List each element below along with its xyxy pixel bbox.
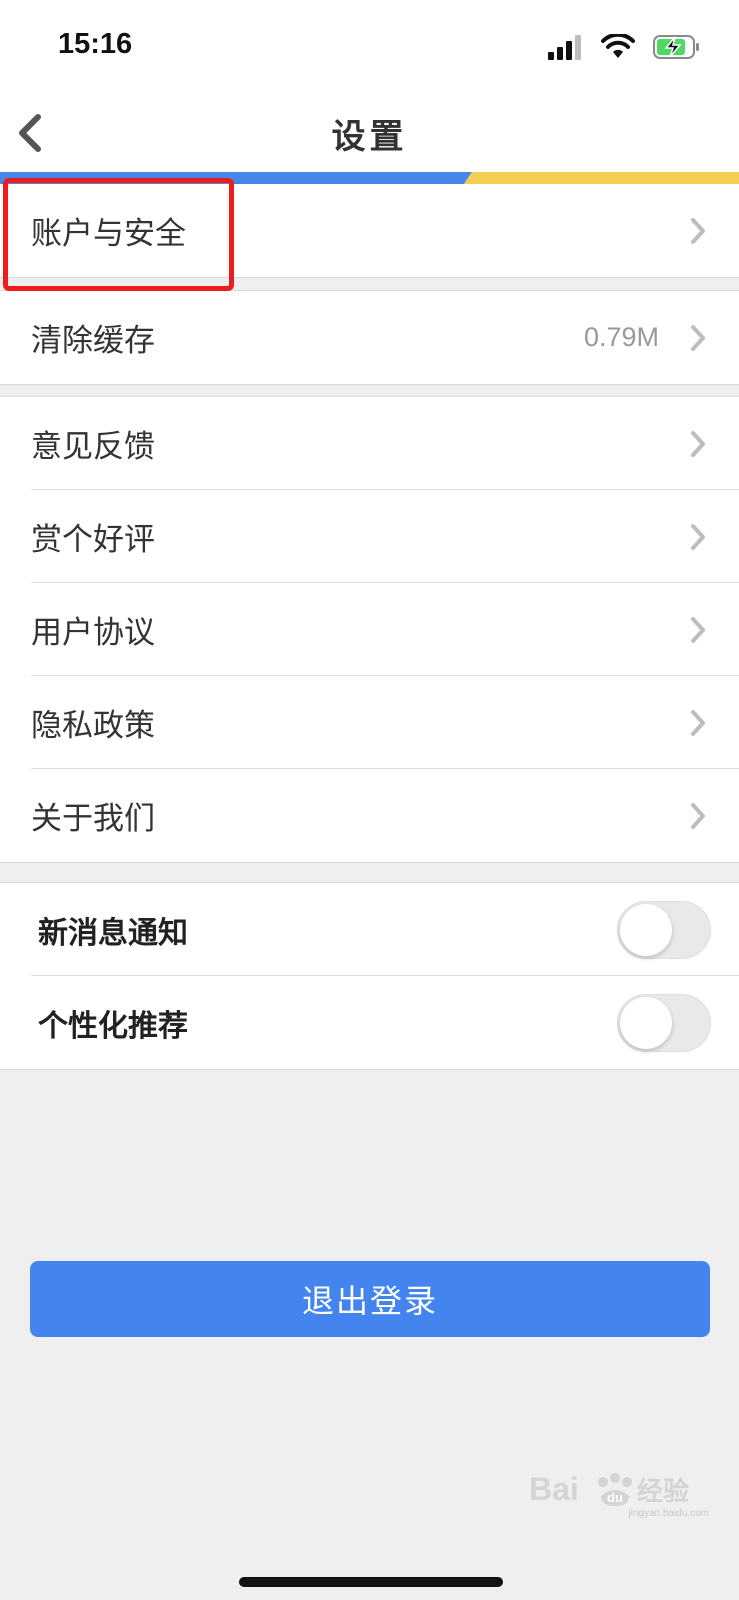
baidu-jingyan-watermark: Bai du 经验 bbox=[529, 1471, 689, 1507]
page-title: 设置 bbox=[331, 117, 408, 157]
chevron-right-icon bbox=[691, 616, 705, 643]
toggle-group: 新消息通知 个性化推荐 bbox=[0, 882, 739, 1070]
new-message-notification-toggle[interactable] bbox=[617, 900, 711, 959]
clear-cache-row[interactable]: 清除缓存 0.79M bbox=[0, 291, 739, 384]
cache-group: 清除缓存 0.79M bbox=[0, 290, 739, 385]
list-item-feedback[interactable]: 意见反馈 bbox=[0, 397, 739, 490]
personalized-recommendation-row: 个性化推荐 bbox=[0, 976, 739, 1069]
list-item-label: 赏个好评 bbox=[31, 522, 155, 558]
account-security-label: 账户与安全 bbox=[31, 216, 186, 252]
chevron-right-icon bbox=[691, 324, 705, 351]
list-item-label: 关于我们 bbox=[31, 801, 155, 837]
wifi-icon bbox=[601, 34, 635, 58]
svg-text:Bai: Bai bbox=[529, 1471, 579, 1507]
svg-text:du: du bbox=[607, 1490, 623, 1505]
status-time: 15:16 bbox=[58, 28, 133, 60]
toggle-label: 新消息通知 bbox=[38, 915, 188, 951]
info-group: 意见反馈 赏个好评 用户协议 隐私政策 关于我们 bbox=[0, 396, 739, 863]
list-item-label: 隐私政策 bbox=[31, 708, 155, 744]
clear-cache-label: 清除缓存 bbox=[31, 323, 155, 359]
toggle-knob bbox=[620, 903, 672, 956]
chevron-right-icon bbox=[691, 430, 705, 457]
account-security-row[interactable]: 账户与安全 bbox=[0, 184, 739, 277]
nav-bar: 设置 bbox=[0, 95, 739, 175]
list-item-rate[interactable]: 赏个好评 bbox=[0, 490, 739, 583]
svg-text:经验: 经验 bbox=[637, 1476, 689, 1507]
battery-charging-icon bbox=[653, 35, 699, 59]
list-item-about-us[interactable]: 关于我们 bbox=[0, 769, 739, 862]
cache-size-value: 0.79M bbox=[583, 322, 659, 352]
chevron-right-icon bbox=[691, 523, 705, 550]
list-item-user-agreement[interactable]: 用户协议 bbox=[0, 583, 739, 676]
logout-button[interactable]: 退出登录 bbox=[30, 1261, 710, 1337]
list-item-label: 意见反馈 bbox=[31, 429, 155, 465]
toggle-knob bbox=[620, 996, 672, 1049]
status-bar: 15:16 bbox=[0, 0, 739, 95]
toggle-label: 个性化推荐 bbox=[38, 1008, 188, 1044]
list-item-privacy-policy[interactable]: 隐私政策 bbox=[0, 676, 739, 769]
personalized-recommendation-toggle[interactable] bbox=[617, 993, 711, 1052]
watermark-url: jingyan.baidu.com bbox=[628, 1508, 709, 1519]
list-item-label: 用户协议 bbox=[31, 615, 155, 651]
chevron-right-icon bbox=[691, 802, 705, 829]
accent-strip bbox=[0, 172, 739, 184]
notification-toggle-row: 新消息通知 bbox=[0, 883, 739, 976]
account-group: 账户与安全 bbox=[0, 184, 739, 278]
chevron-right-icon bbox=[691, 709, 705, 736]
home-indicator[interactable] bbox=[239, 1577, 503, 1587]
chevron-right-icon bbox=[691, 217, 705, 244]
signal-icon bbox=[548, 35, 581, 60]
